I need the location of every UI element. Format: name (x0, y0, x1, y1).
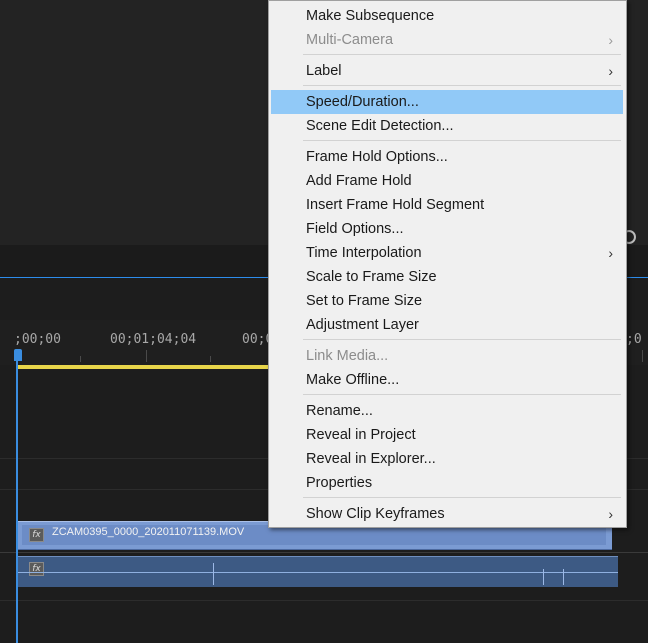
menu-separator (303, 85, 621, 86)
menu-item-make-subsequence[interactable]: Make Subsequence (271, 4, 623, 28)
ruler-tick (146, 350, 147, 362)
menu-item-speed-duration[interactable]: Speed/Duration... (271, 90, 623, 114)
ruler-label-1: 00;01;04;04 (110, 332, 197, 347)
menu-item-label: Label (306, 63, 342, 79)
menu-item-time-interpolation[interactable]: Time Interpolation › (271, 241, 623, 265)
playhead-line[interactable] (16, 358, 18, 643)
menu-item-reveal-in-project[interactable]: Reveal in Project (271, 423, 623, 447)
ruler-tick (210, 356, 211, 362)
fx-badge-icon[interactable]: fx (29, 528, 44, 542)
menu-item-label: Time Interpolation (306, 245, 422, 261)
menu-item-insert-frame-hold-segment[interactable]: Insert Frame Hold Segment (271, 193, 623, 217)
menu-item-label: Scene Edit Detection... (306, 118, 454, 134)
menu-item-link-media: Link Media... (271, 344, 623, 368)
ruler-tick (80, 356, 81, 362)
menu-separator (303, 497, 621, 498)
track-divider (0, 552, 648, 553)
menu-item-label: Make Offline... (306, 372, 400, 388)
menu-item-frame-hold-options[interactable]: Frame Hold Options... (271, 145, 623, 169)
menu-item-label: Rename... (306, 403, 373, 419)
menu-item-reveal-in-explorer[interactable]: Reveal in Explorer... (271, 447, 623, 471)
menu-item-label: Insert Frame Hold Segment (306, 197, 485, 213)
menu-item-label: Field Options... (306, 221, 404, 237)
track-divider (0, 600, 648, 601)
menu-item-label: Set to Frame Size (306, 293, 423, 309)
menu-item-label: Multi-Camera (306, 32, 394, 48)
menu-item-label: Reveal in Project (306, 427, 416, 443)
menu-item-add-frame-hold[interactable]: Add Frame Hold (271, 169, 623, 193)
chevron-right-icon: › (608, 63, 613, 79)
ruler-tick (642, 350, 643, 362)
audio-marker (563, 569, 564, 585)
ruler-label-0: ;00;00 (14, 332, 61, 347)
menu-item-scene-edit-detection[interactable]: Scene Edit Detection... (271, 114, 623, 138)
audio-waveform (18, 572, 618, 573)
menu-separator (303, 394, 621, 395)
menu-item-label: Adjustment Layer (306, 317, 419, 333)
menu-item-label: Link Media... (306, 348, 389, 364)
menu-item-multi-camera: Multi-Camera › (271, 28, 623, 52)
video-clip-name: ZCAM0395_0000_202011071139.MOV (52, 526, 245, 538)
chevron-right-icon: › (608, 506, 613, 522)
menu-separator (303, 339, 621, 340)
menu-item-label: Make Subsequence (306, 8, 435, 24)
audio-marker (543, 569, 544, 585)
menu-item-label: Speed/Duration... (306, 94, 419, 110)
menu-item-label: Show Clip Keyframes (306, 506, 445, 522)
menu-separator (303, 54, 621, 55)
menu-item-label-submenu[interactable]: Label › (271, 59, 623, 83)
menu-item-label: Add Frame Hold (306, 173, 412, 189)
audio-clip[interactable]: fx (18, 556, 618, 587)
menu-item-make-offline[interactable]: Make Offline... (271, 368, 623, 392)
menu-item-properties[interactable]: Properties (271, 471, 623, 495)
menu-item-label: Reveal in Explorer... (306, 451, 436, 467)
menu-item-scale-to-frame-size[interactable]: Scale to Frame Size (271, 265, 623, 289)
menu-item-label: Properties (306, 475, 373, 491)
menu-item-label: Scale to Frame Size (306, 269, 437, 285)
menu-item-label: Frame Hold Options... (306, 149, 448, 165)
audio-marker (213, 563, 214, 585)
chevron-right-icon: › (608, 32, 613, 48)
chevron-right-icon: › (608, 245, 613, 261)
ruler-label-3: ;0 (626, 332, 642, 347)
context-menu: Make Subsequence Multi-Camera › Label › Sp… (268, 0, 627, 528)
menu-item-set-to-frame-size[interactable]: Set to Frame Size (271, 289, 623, 313)
menu-item-rename[interactable]: Rename... (271, 399, 623, 423)
menu-separator (303, 140, 621, 141)
fx-badge-icon[interactable]: fx (29, 562, 44, 576)
menu-item-adjustment-layer[interactable]: Adjustment Layer (271, 313, 623, 337)
menu-item-show-clip-keyframes[interactable]: Show Clip Keyframes › (271, 502, 623, 526)
menu-item-field-options[interactable]: Field Options... (271, 217, 623, 241)
